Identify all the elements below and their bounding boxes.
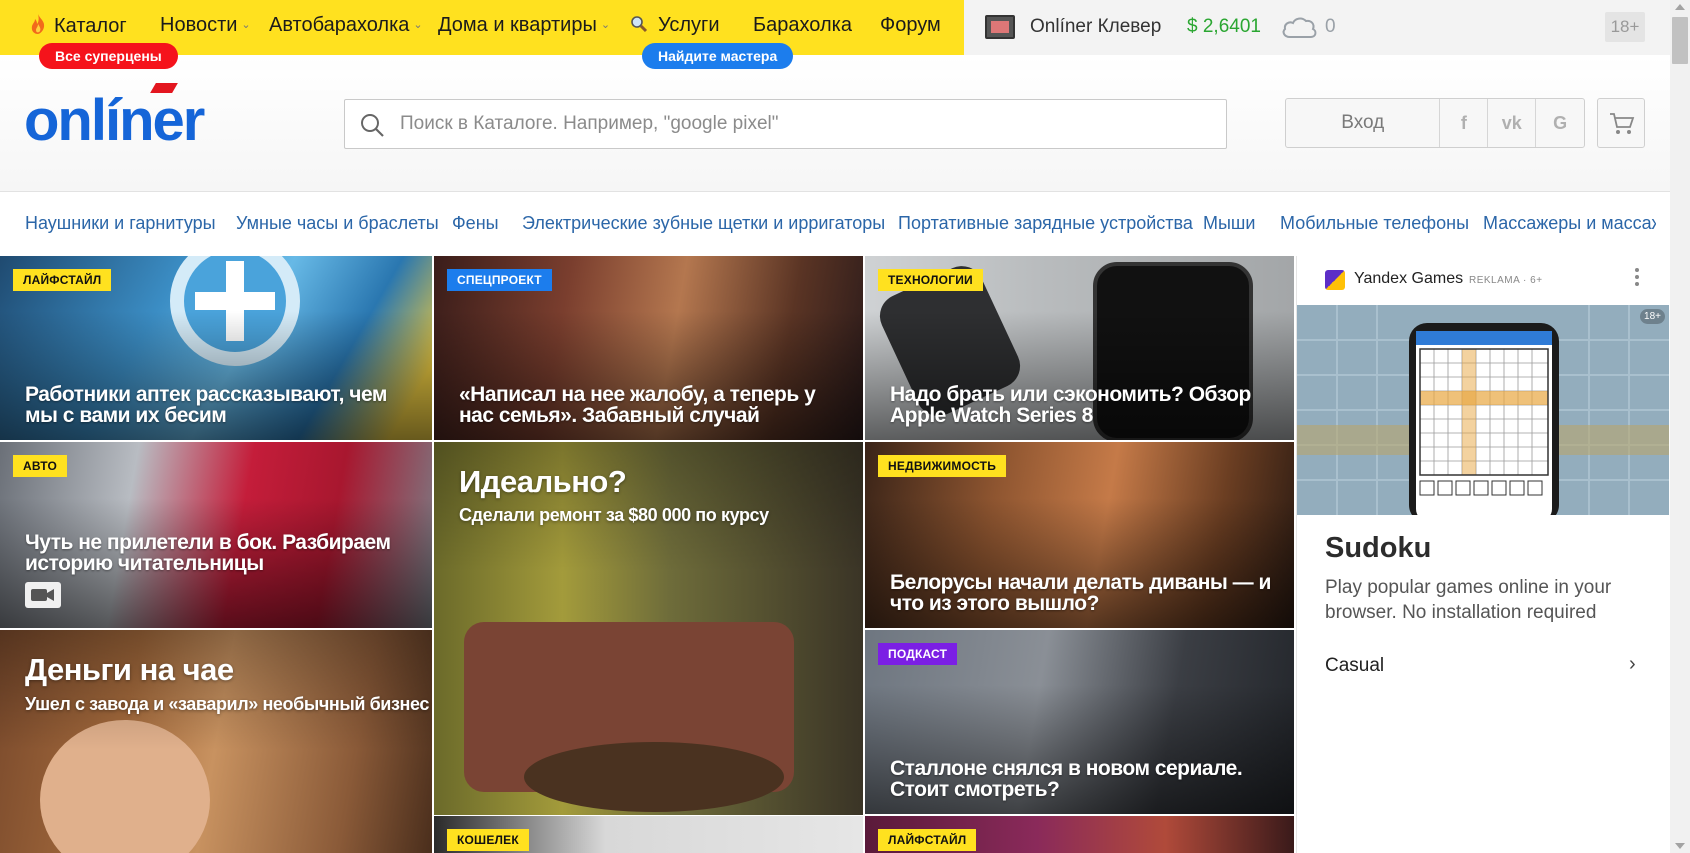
auth-group: Вход f vk G	[1285, 98, 1585, 148]
scrollbar-thumb[interactable]	[1672, 17, 1688, 64]
tag-badge[interactable]: Подкаст	[878, 643, 958, 665]
tile-title: Работники аптек рассказывают, чем мы с в…	[25, 383, 387, 427]
google-icon[interactable]: G	[1536, 99, 1584, 147]
scroll-up-arrow[interactable]	[1675, 4, 1685, 10]
promo-superprices-badge[interactable]: Все суперцены	[39, 43, 178, 69]
search-icon	[631, 16, 648, 33]
tag-badge[interactable]: Спецпроект	[447, 269, 552, 291]
news-tile[interactable]: Авто Чуть не прилетели в бок. Разбираем …	[0, 442, 432, 628]
login-button[interactable]: Вход	[1286, 99, 1441, 147]
weather-temp[interactable]: 0	[1325, 16, 1336, 38]
search-input[interactable]	[400, 100, 1210, 148]
facebook-icon[interactable]: f	[1440, 99, 1489, 147]
news-tile[interactable]: Лайфстайл Работники аптек рассказывают, …	[0, 256, 432, 440]
more-vertical-icon[interactable]	[1635, 266, 1641, 290]
category-link[interactable]: Портативные зарядные устройства	[898, 213, 1193, 234]
tile-title: Чуть не прилетели в бок. Разбираем истор…	[25, 531, 391, 575]
fire-icon	[31, 14, 45, 34]
clever-icon[interactable]	[985, 15, 1015, 39]
clever-link[interactable]: Onlíner Клевер	[1030, 16, 1161, 38]
ad-label: REKLAMA · 6+	[1469, 275, 1543, 286]
tag-badge[interactable]: Кошелек	[447, 829, 529, 851]
search-icon	[361, 114, 384, 137]
nav-news[interactable]: Новости ⌄	[160, 14, 251, 37]
chevron-down-icon: ⌄	[600, 19, 611, 31]
cart-button[interactable]	[1597, 98, 1645, 148]
ad-header: Yandex Games REKLAMA · 6+	[1297, 256, 1669, 304]
tile-top-shade	[0, 630, 432, 750]
ad-brand[interactable]: Yandex Games	[1354, 270, 1463, 288]
nav-realty-label: Дома и квартиры	[438, 14, 597, 36]
category-link[interactable]: Мобильные телефоны	[1280, 213, 1469, 234]
tile-title: «Написал на нее жалобу, а теперь у нас с…	[459, 383, 816, 427]
tile-title: Идеально?	[459, 464, 627, 499]
chevron-down-icon: ⌄	[241, 19, 251, 31]
tile-title: Сталлоне снялся в новом сериале. Стоит с…	[890, 757, 1243, 801]
ad-title[interactable]: Sudoku	[1325, 532, 1431, 565]
ad-description: Play popular games online in your browse…	[1325, 577, 1612, 623]
tile-title: Белорусы начали делать диваны — и что из…	[890, 571, 1271, 615]
nav-forum-label: Форум	[880, 14, 941, 36]
cloud-icon[interactable]	[1280, 13, 1320, 41]
category-link[interactable]: Наушники и гарнитуры	[25, 213, 216, 234]
tile-subtitle: Сделали ремонт за $80 000 по курсу	[459, 505, 769, 525]
nav-services-label: Услуги	[658, 14, 720, 36]
onliner-logo[interactable]: onlíner	[24, 87, 205, 154]
site-header: onlíner Вход f vk G	[0, 55, 1670, 192]
table-graphic	[524, 742, 784, 812]
tag-badge[interactable]: Технологии	[878, 269, 983, 291]
tile-title: Деньги на чае	[25, 652, 234, 687]
ad-category[interactable]: Casual	[1325, 655, 1384, 677]
nav-auto-label: Автобарахолка	[269, 14, 410, 36]
news-tile-featured[interactable]: Деньги на чае Ушел с завода и «заварил» …	[0, 630, 432, 853]
scroll-down-arrow[interactable]	[1675, 843, 1685, 849]
news-tile[interactable]: Технологии Надо брать или сэкономить? Об…	[865, 256, 1294, 440]
news-tile[interactable]: Подкаст Сталлоне снялся в новом сериале.…	[865, 630, 1294, 814]
yandex-games-logo	[1325, 270, 1345, 290]
tag-badge[interactable]: Авто	[13, 455, 68, 477]
category-link[interactable]: Умные часы и браслеты	[236, 213, 439, 234]
nav-baraholka-label: Барахолка	[753, 14, 852, 36]
tag-badge[interactable]: Лайфстайл	[13, 269, 112, 291]
promo-find-master-badge[interactable]: Найдите мастера	[642, 43, 794, 69]
news-tile-featured[interactable]: Идеально? Сделали ремонт за $80 000 по к…	[434, 442, 863, 815]
tile-title: Надо брать или сэкономить? Обзор Apple W…	[890, 383, 1251, 427]
nav-realty[interactable]: Дома и квартиры ⌄	[438, 14, 610, 37]
category-strip: Наушники и гарнитуры Умные часы и брасле…	[0, 193, 1656, 255]
news-tile[interactable]: Недвижимость Белорусы начали делать дива…	[865, 442, 1294, 628]
sudoku-graphic	[1297, 305, 1669, 515]
age-rating-badge: 18+	[1605, 12, 1645, 42]
nav-catalog[interactable]: Каталог	[30, 14, 127, 38]
vk-icon[interactable]: vk	[1488, 99, 1537, 147]
nav-catalog-label: Каталог	[54, 15, 127, 37]
tile-subtitle: Ушел с завода и «заварил» необычный бизн…	[25, 694, 429, 714]
chevron-down-icon: ⌄	[413, 19, 423, 31]
page-scrollbar[interactable]	[1670, 0, 1690, 853]
top-bar: Каталог Новости ⌄ Автобарахолка ⌄ Дома и к…	[0, 0, 1670, 69]
category-link[interactable]: Фены	[452, 213, 499, 234]
nav-baraholka[interactable]: Барахолка	[753, 14, 852, 37]
category-link[interactable]: Массажеры и массаже	[1483, 213, 1656, 234]
tag-badge[interactable]: Лайфстайл	[878, 829, 977, 851]
category-link[interactable]: Мыши	[1203, 213, 1255, 234]
cross-horizontal	[195, 292, 275, 310]
news-tile[interactable]: Лайфстайл	[865, 816, 1294, 853]
ad-block[interactable]: Yandex Games REKLAMA · 6+ 18+ Sudoku Pla…	[1296, 256, 1669, 853]
news-tile[interactable]: Спецпроект «Написал на нее жалобу, а теп…	[434, 256, 863, 440]
news-tile[interactable]: Кошелек	[434, 816, 863, 853]
currency-rate[interactable]: $ 2,6401	[1187, 16, 1261, 38]
tag-badge[interactable]: Недвижимость	[878, 455, 1007, 477]
chevron-right-icon[interactable]: ›	[1629, 653, 1636, 676]
nav-forum[interactable]: Форум	[880, 14, 941, 37]
ad-image[interactable]: 18+	[1297, 305, 1669, 515]
catalog-search[interactable]	[344, 99, 1227, 149]
ad-age-badge: 18+	[1640, 309, 1665, 324]
cart-icon	[1610, 113, 1635, 134]
nav-news-label: Новости	[160, 14, 238, 36]
video-icon	[25, 582, 61, 608]
nav-auto[interactable]: Автобарахолка ⌄	[269, 14, 423, 37]
category-link[interactable]: Электрические зубные щетки и ирригаторы	[522, 213, 885, 234]
nav-services[interactable]: Услуги	[630, 14, 720, 37]
